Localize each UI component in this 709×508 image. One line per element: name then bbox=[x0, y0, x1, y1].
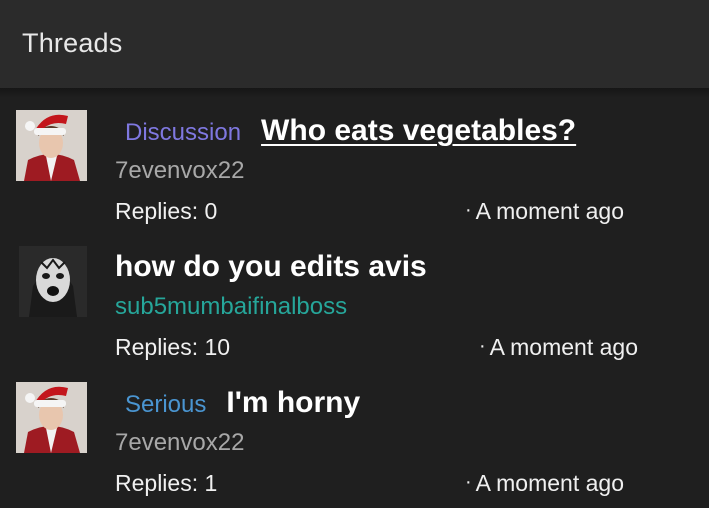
thread-replies: Replies: 10 bbox=[115, 334, 231, 360]
avatar[interactable] bbox=[19, 246, 87, 317]
thread-tag[interactable]: Discussion bbox=[125, 119, 241, 147]
thread-item[interactable]: Discussion Who eats vegetables? 7evenvox… bbox=[0, 100, 709, 236]
avatar[interactable] bbox=[16, 110, 87, 181]
thread-timestamp: · A moment ago bbox=[465, 470, 624, 497]
clown-avatar-icon bbox=[19, 246, 87, 317]
santa-hat-avatar-icon bbox=[16, 110, 87, 181]
thread-author[interactable]: sub5mumbaifinalboss bbox=[115, 293, 347, 321]
app-header: Threads bbox=[0, 0, 709, 88]
thread-item[interactable]: how do you edits avis sub5mumbaifinalbos… bbox=[0, 236, 709, 372]
thread-title[interactable]: how do you edits avis bbox=[115, 250, 427, 284]
thread-tag[interactable]: Serious bbox=[125, 391, 206, 419]
thread-time-label: A moment ago bbox=[475, 198, 624, 224]
santa-hat-avatar-icon bbox=[16, 382, 87, 453]
thread-title-row: how do you edits avis bbox=[115, 250, 427, 284]
thread-title[interactable]: I'm horny bbox=[226, 386, 360, 420]
thread-time-label: A moment ago bbox=[489, 334, 638, 360]
header-divider bbox=[0, 88, 709, 98]
thread-title[interactable]: Who eats vegetables? bbox=[261, 114, 576, 148]
thread-title-row: Discussion Who eats vegetables? bbox=[115, 114, 576, 148]
separator-dot: · bbox=[465, 471, 472, 493]
separator-dot: · bbox=[479, 335, 486, 357]
page-title: Threads bbox=[22, 28, 123, 58]
thread-author[interactable]: 7evenvox22 bbox=[115, 429, 244, 457]
thread-timestamp: · A moment ago bbox=[465, 198, 624, 225]
thread-timestamp: · A moment ago bbox=[479, 334, 638, 361]
thread-replies: Replies: 0 bbox=[115, 198, 218, 224]
separator-dot: · bbox=[465, 199, 472, 221]
thread-item[interactable]: Serious I'm horny 7evenvox22 Replies: 1 … bbox=[0, 372, 709, 508]
avatar[interactable] bbox=[16, 382, 87, 453]
thread-author[interactable]: 7evenvox22 bbox=[115, 157, 244, 185]
thread-title-row: Serious I'm horny bbox=[115, 386, 360, 420]
thread-time-label: A moment ago bbox=[475, 470, 624, 496]
thread-replies: Replies: 1 bbox=[115, 470, 218, 496]
